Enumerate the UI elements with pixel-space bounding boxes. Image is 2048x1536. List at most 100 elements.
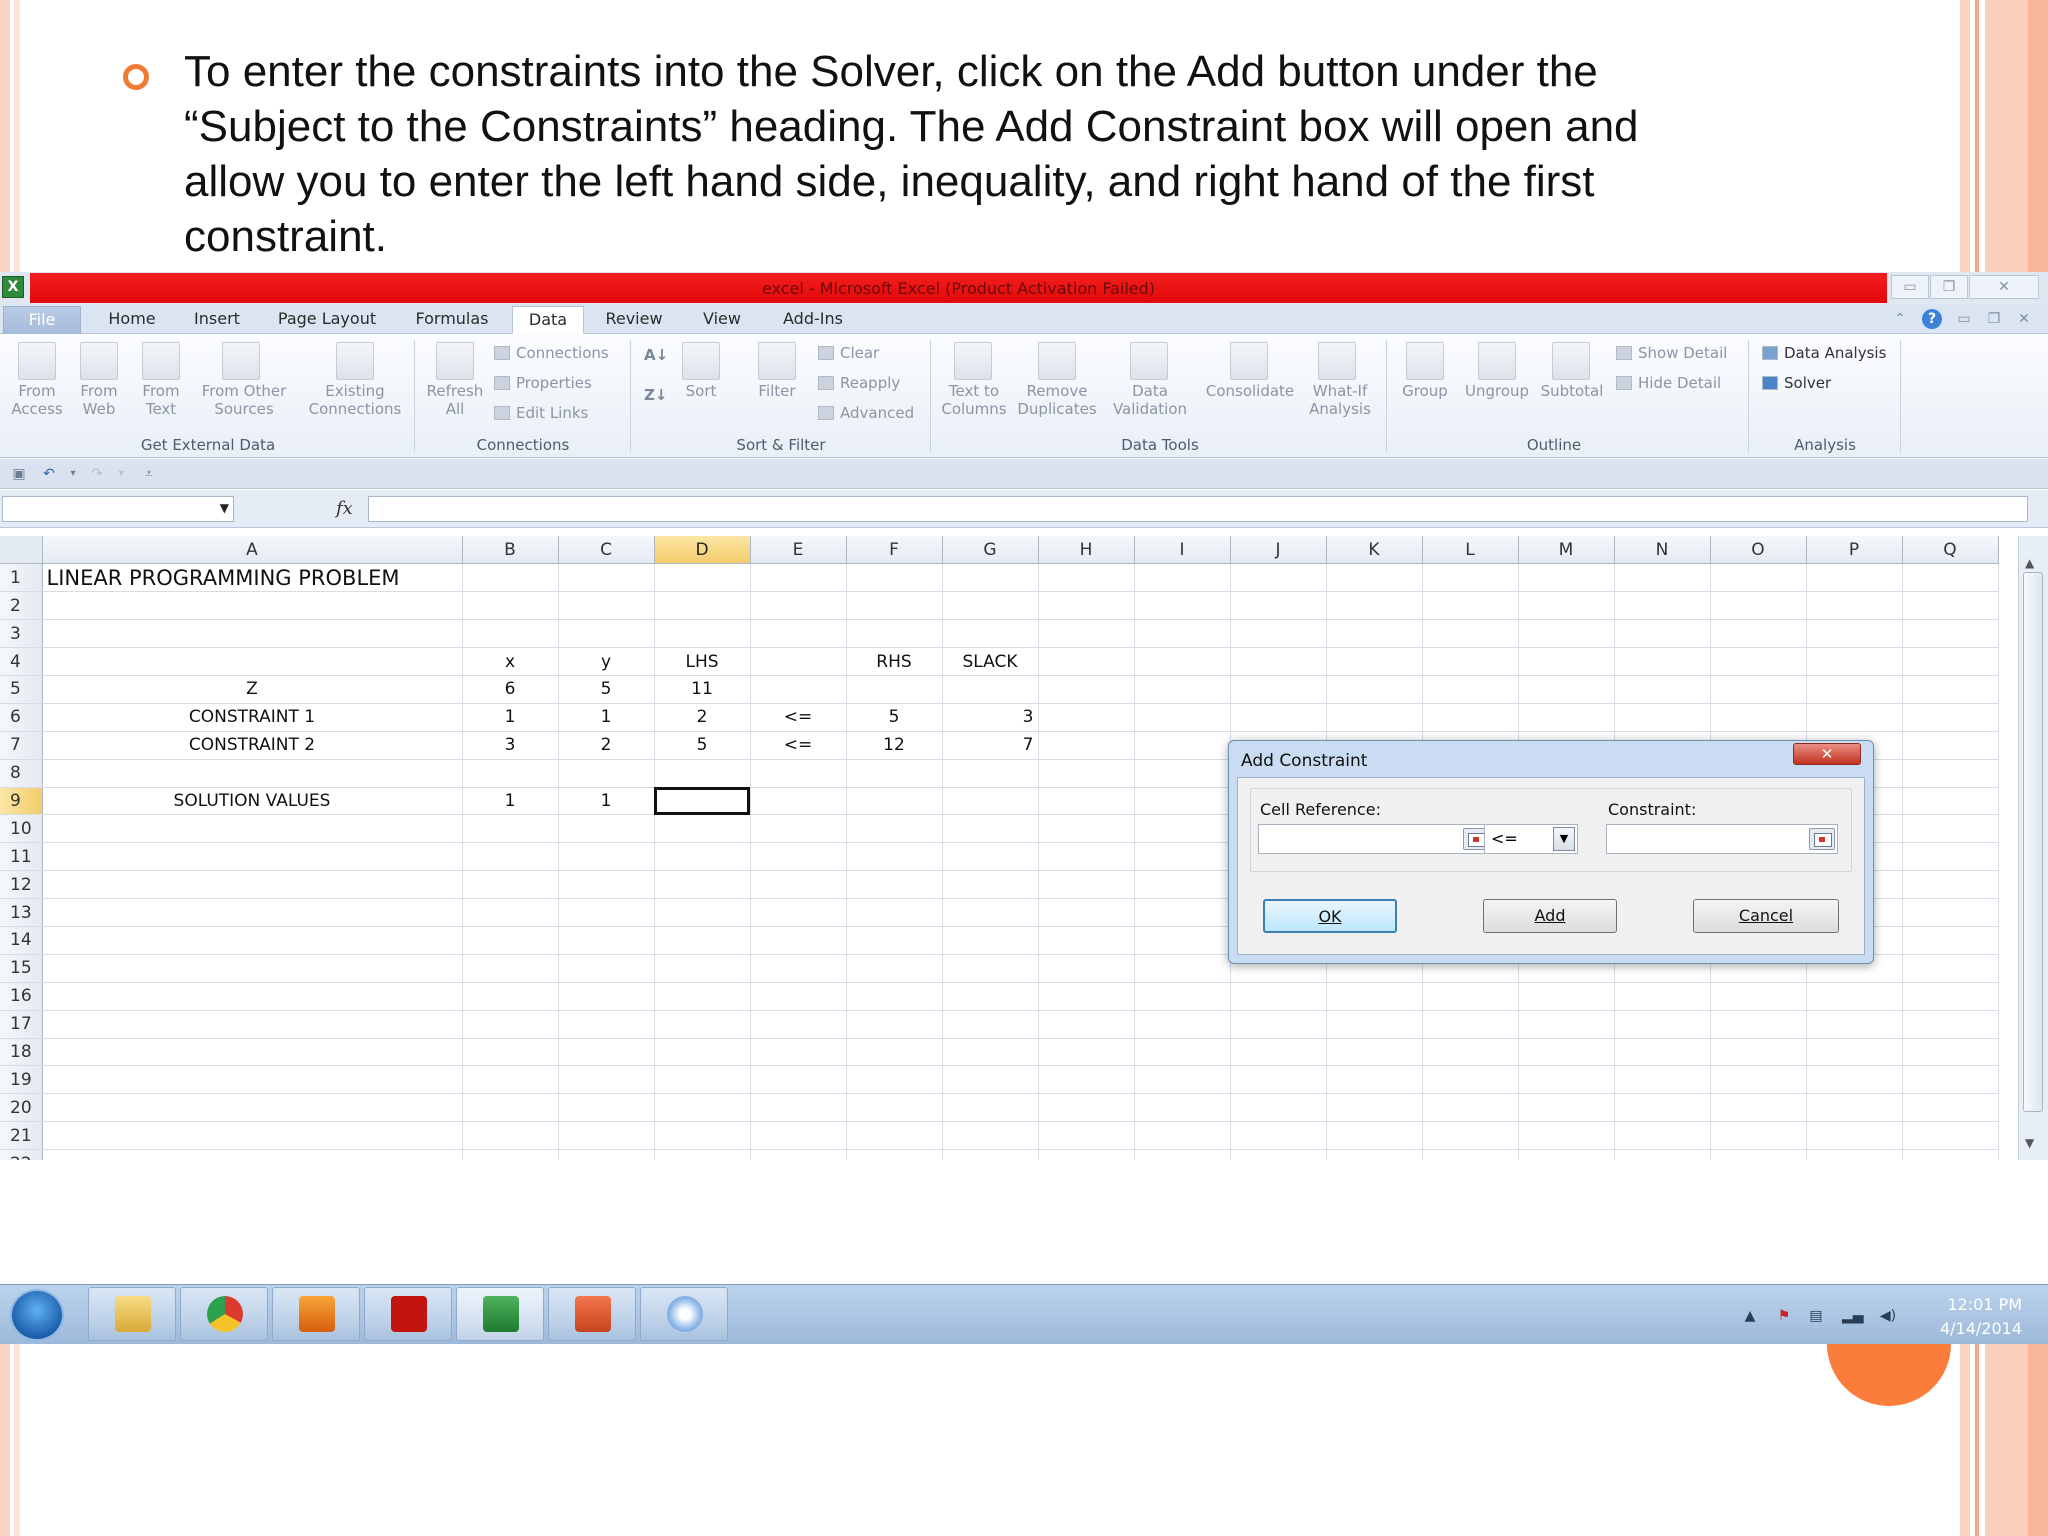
clock-date[interactable]: 4/14/2014 [1912,1319,2022,1338]
sheet-cell[interactable]: LHS [654,647,751,676]
row-header[interactable]: 1 [0,563,43,593]
sheet-cell[interactable] [558,759,655,788]
sheet-cell[interactable] [1038,563,1135,593]
sheet-cell[interactable] [1134,1121,1231,1151]
active-cell[interactable] [654,787,751,816]
sheet-cell[interactable] [558,842,655,872]
sheet-cell[interactable] [942,1010,1039,1039]
sheet-cell[interactable] [1710,1149,1807,1160]
reapply-button[interactable]: Reapply [818,374,900,392]
sheet-cell[interactable]: 1 [558,703,655,732]
sheet-cell[interactable] [846,814,943,844]
sheet-cell[interactable] [1710,563,1807,593]
sheet-cell[interactable] [1326,1121,1423,1151]
connections-button[interactable]: Connections [494,344,609,362]
sheet-cell[interactable] [1806,1121,1903,1151]
clock-time[interactable]: 12:01 PM [1912,1295,2022,1314]
sheet-cell[interactable] [654,954,751,983]
sheet-cell[interactable] [750,759,847,788]
save-icon[interactable]: ▣ [10,465,28,483]
sheet-cell[interactable]: 6 [462,675,559,704]
sheet-cell[interactable] [1902,870,1999,900]
sheet-cell[interactable] [462,1121,559,1151]
sheet-cell[interactable] [1038,703,1135,732]
sheet-cell[interactable] [654,1065,751,1095]
sheet-cell[interactable] [1518,1010,1615,1039]
help-icon[interactable]: ? [1922,309,1942,329]
sheet-cell[interactable] [846,1149,943,1160]
vertical-scrollbar[interactable]: ▲ ▼ [2018,536,2048,1160]
sheet-cell[interactable] [42,759,463,788]
sheet-cell[interactable] [1710,591,1807,621]
sheet-cell[interactable] [750,842,847,872]
column-header[interactable]: K [1326,536,1423,565]
sheet-cell[interactable] [1134,647,1231,676]
row-header[interactable]: 16 [0,982,43,1011]
sheet-cell[interactable] [654,563,751,593]
sheet-cell[interactable] [1422,1010,1519,1039]
operator-select[interactable]: <= ▼ [1484,824,1578,854]
sheet-cell[interactable]: 5 [654,731,751,760]
sheet-cell[interactable] [750,675,847,704]
sheet-cell[interactable] [42,898,463,927]
sheet-cell[interactable] [846,954,943,983]
dialog-close-icon[interactable]: ✕ [1793,743,1861,765]
column-header[interactable]: C [558,536,655,565]
sheet-cell[interactable] [1038,1038,1135,1067]
sheet-cell[interactable] [654,982,751,1011]
sheet-cell[interactable] [654,926,751,955]
sheet-cell[interactable] [1902,1038,1999,1067]
column-header[interactable]: N [1614,536,1711,565]
volume-icon[interactable]: ◀) [1878,1307,1898,1325]
subtotal-button[interactable]: Subtotal [1536,382,1608,400]
sheet-cell[interactable] [1710,619,1807,649]
action-center-icon[interactable]: ⚑ [1774,1307,1794,1325]
taskbar-paint[interactable] [640,1287,728,1341]
from-text-button[interactable]: From Text [134,382,188,418]
sheet-cell[interactable]: LINEAR PROGRAMMING PROBLEM [42,563,463,593]
sheet-cell[interactable] [1230,1010,1327,1039]
sheet-cell[interactable] [1038,842,1135,872]
sheet-cell[interactable] [1134,1010,1231,1039]
sheet-cell[interactable] [1614,982,1711,1011]
row-header[interactable]: 2 [0,591,43,621]
sheet-cell[interactable] [1614,1038,1711,1067]
sheet-cell[interactable] [462,814,559,844]
sheet-cell[interactable] [42,954,463,983]
tab-page-layout[interactable]: Page Layout [268,306,386,334]
sheet-cell[interactable] [654,1010,751,1039]
sheet-cell[interactable] [942,591,1039,621]
sheet-cell[interactable] [1038,898,1135,927]
sheet-cell[interactable] [1518,1038,1615,1067]
sheet-cell[interactable] [1806,1038,1903,1067]
sheet-cell[interactable] [1422,703,1519,732]
sheet-cell[interactable] [42,1038,463,1067]
sheet-cell[interactable] [1422,591,1519,621]
sheet-cell[interactable] [1038,1065,1135,1095]
sheet-cell[interactable] [42,647,463,676]
sheet-cell[interactable] [1422,1038,1519,1067]
column-header[interactable]: O [1710,536,1807,565]
column-header[interactable]: L [1422,536,1519,565]
sheet-cell[interactable] [1710,675,1807,704]
sort-button[interactable]: Sort [670,382,732,400]
sheet-cell[interactable] [1326,982,1423,1011]
edit-links-button[interactable]: Edit Links [494,404,588,422]
formula-input[interactable] [368,496,2028,522]
sheet-cell[interactable] [558,870,655,900]
sheet-cell[interactable] [1134,619,1231,649]
sheet-cell[interactable] [1038,787,1135,816]
sheet-cell[interactable]: 5 [846,703,943,732]
sheet-cell[interactable] [750,619,847,649]
device-icon[interactable]: ▤ [1806,1307,1826,1325]
add-button[interactable]: Add [1483,899,1617,933]
sort-descending-icon[interactable]: Z↓ [644,386,667,404]
sheet-cell[interactable] [942,619,1039,649]
clear-button[interactable]: Clear [818,344,879,362]
sheet-cell[interactable] [42,870,463,900]
sheet-cell[interactable] [942,787,1039,816]
sheet-cell[interactable] [1710,647,1807,676]
row-header[interactable]: 13 [0,898,43,927]
sheet-cell[interactable] [558,814,655,844]
row-header[interactable]: 22 [0,1149,43,1160]
